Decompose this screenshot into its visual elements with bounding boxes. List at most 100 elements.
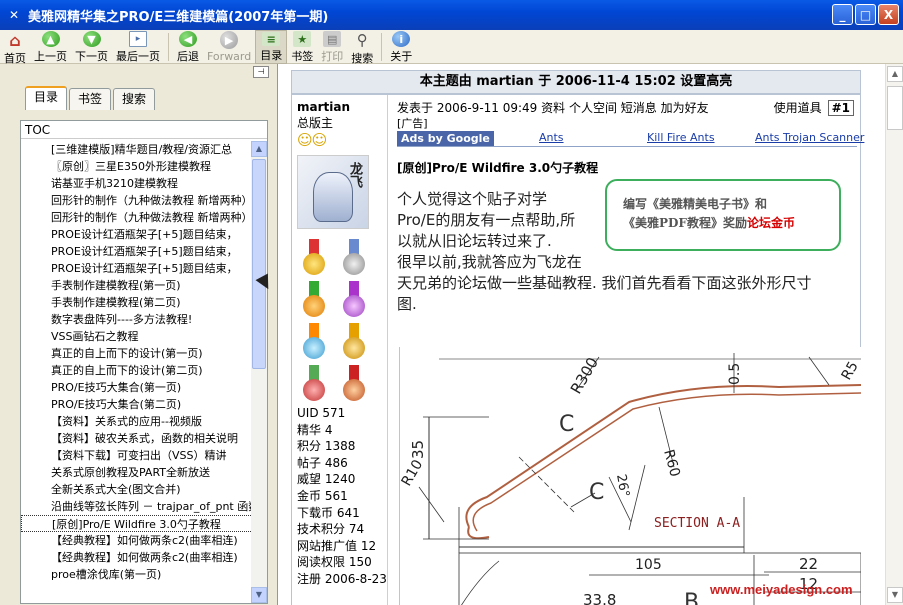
content-pane: 本主题由 martian 于 2006-11-4 15:02 设置高亮 mart… xyxy=(277,64,903,605)
toc-item[interactable]: 【资料下载】可变扫出（VSS）精讲 xyxy=(21,447,253,464)
dim-label: 105 xyxy=(635,557,662,573)
scroll-down-arrow[interactable]: ▼ xyxy=(251,587,267,603)
toc-item[interactable]: 数字表盘阵列----多方法教程! xyxy=(21,311,253,328)
pane-close-button[interactable]: ⊣ xyxy=(253,66,269,78)
toc-scrollbar[interactable]: ▲ ▼ xyxy=(251,141,267,603)
last-page-icon: ▸ xyxy=(129,31,147,47)
promo-line: 编写《美雅精美电子书》和 xyxy=(623,197,768,211)
chm-app-icon[interactable]: ✕ xyxy=(6,7,22,23)
toc-item[interactable]: 关系式原创教程及PART全新放送 xyxy=(21,464,253,481)
toc-item[interactable]: 手表制作建模教程(第二页) xyxy=(21,294,253,311)
ad-link[interactable]: Ants Trojan Scanner xyxy=(755,131,864,144)
print-icon: ▤ xyxy=(323,31,342,47)
medal-icon xyxy=(301,281,327,319)
tab-contents[interactable]: 目录 xyxy=(25,86,68,110)
medal-icon xyxy=(341,365,367,403)
avatar-calligraphy-icon: 龙飞 xyxy=(347,162,362,188)
post-subject: [原创]Pro/E Wildfire 3.0勺子教程 xyxy=(397,161,599,175)
toc-item[interactable]: 回形针的制作（九种做法教程 新增两种） xyxy=(21,209,253,226)
toc-item[interactable]: 真正的自上而下的设计(第二页) xyxy=(21,362,253,379)
toc-item[interactable]: VSS画钻石之教程 xyxy=(21,328,253,345)
ad-link[interactable]: Ants xyxy=(539,131,564,144)
scroll-thumb[interactable] xyxy=(887,86,903,130)
author-stat: 积分 1388 xyxy=(297,439,356,454)
toc-item[interactable]: 全新关系式大全(图文合并) xyxy=(21,481,253,498)
tab-bookmarks[interactable]: 书签 xyxy=(69,88,112,110)
author-name[interactable]: martian xyxy=(297,100,387,114)
last-page-button[interactable]: ▸ 最后一页 xyxy=(112,30,164,64)
medal-icon xyxy=(341,281,367,319)
ads-by-google-link[interactable]: Ads by Google xyxy=(397,131,494,146)
window-title: 美雅网精华集之PRO/E三维建模篇(2007年第一期) xyxy=(28,9,329,25)
toc-icon: ≡ xyxy=(262,32,281,46)
maximize-button[interactable]: □ xyxy=(855,4,876,25)
author-group: 总版主 xyxy=(297,116,334,130)
home-button[interactable]: ⌂ 首页 xyxy=(0,30,30,66)
content-scrollbar[interactable]: ▲ ▼ xyxy=(885,64,903,605)
toc-item[interactable]: 沿曲线等弦长阵列 － trajpar_of_pnt 函数 xyxy=(21,498,253,515)
rank-smiley-icon: ☺☺ xyxy=(297,131,327,149)
toc-item[interactable]: proe槽涂伐库(第一页) xyxy=(21,566,253,583)
toc-item[interactable]: [原创]Pro/E Wildfire 3.0勺子教程 xyxy=(21,515,253,532)
dim-label: SECTION A-A xyxy=(654,516,740,531)
medal-list xyxy=(301,239,387,403)
back-button[interactable]: ◀ 后退 xyxy=(173,30,203,64)
toc-item[interactable]: 【经典教程】如何做两条c2(曲率相连) xyxy=(21,549,253,566)
toc-item[interactable]: PROE设计红酒瓶架子[+5]题目结束， xyxy=(21,243,253,260)
post-body: 发表于 2006-9-11 09:49 资料 个人空间 短消息 加为好友 使用道… xyxy=(389,95,864,605)
ad-link[interactable]: Kill Fire Ants xyxy=(647,131,715,144)
dim-label: 22 xyxy=(799,555,818,573)
promo-line: 《美雅PDF教程》奖励论坛金币 xyxy=(623,214,839,233)
scroll-up-arrow[interactable]: ▲ xyxy=(251,141,267,157)
author-stat: 精华 4 xyxy=(297,422,333,437)
toc-item[interactable]: 【经典教程】如何做两条c2(曲率相连) xyxy=(21,532,253,549)
dim-label: C xyxy=(559,412,574,437)
toc-item[interactable]: PROE设计红酒瓶架子[+5]题目结束， xyxy=(21,260,253,277)
toc-item[interactable]: 回形针的制作（九种做法教程 新增两种） xyxy=(21,192,253,209)
use-item-link[interactable]: 使用道具 xyxy=(774,99,822,116)
author-stat: 网站推广值 12 xyxy=(297,538,377,553)
toc-item[interactable]: 【资料】破农关系式，函数的相关说明 xyxy=(21,430,253,447)
dim-label: 35 xyxy=(409,440,427,459)
tab-search[interactable]: 搜索 xyxy=(113,88,156,110)
scroll-down-arrow[interactable]: ▼ xyxy=(887,587,903,603)
close-button[interactable]: X xyxy=(878,4,899,25)
medal-icon xyxy=(301,323,327,361)
medal-icon xyxy=(301,365,327,403)
toc-item[interactable]: PRO/E技巧大集合(第一页) xyxy=(21,379,253,396)
medal-icon xyxy=(301,239,327,277)
dim-label: 0.5 xyxy=(727,363,743,385)
search-icon: ⚲ xyxy=(356,31,368,49)
author-stat: 技术积分 74 xyxy=(297,522,365,537)
toc-item[interactable]: 〖原创〗三星E350外形建模教程 xyxy=(21,158,253,175)
author-stat: 帖子 486 xyxy=(297,455,348,470)
minimize-button[interactable]: _ xyxy=(832,4,853,25)
next-page-button[interactable]: ▼ 下一页 xyxy=(71,30,112,64)
ad-bar: Ads by Google Ants Kill Fire Ants Ants T… xyxy=(397,131,864,147)
about-button[interactable]: i 关于 xyxy=(386,30,416,64)
toc-item[interactable]: PROE设计红酒瓶架子[+5]题目结束， xyxy=(21,226,253,243)
medal-icon xyxy=(341,323,367,361)
toc-item[interactable]: 手表制作建模教程(第一页) xyxy=(21,277,253,294)
scroll-up-arrow[interactable]: ▲ xyxy=(887,66,903,82)
floor-number[interactable]: #1 xyxy=(827,99,854,116)
promo-text: 《美雅PDF教程》奖励 xyxy=(623,216,747,230)
promo-box[interactable]: 编写《美雅精美电子书》和 《美雅PDF教程》奖励论坛金币 xyxy=(605,179,841,251)
nav-tabs: 目录 书签 搜索 xyxy=(25,86,157,110)
previous-page-button[interactable]: ▲ 上一页 xyxy=(30,30,71,64)
toc-item[interactable]: 【资料】关系式的应用--视频版 xyxy=(21,413,253,430)
toc-item[interactable]: 诺基亚手机3210建模教程 xyxy=(21,175,253,192)
toc-item[interactable]: 真正的自上而下的设计(第一页) xyxy=(21,345,253,362)
print-button[interactable]: ▤ 打印 xyxy=(317,30,347,64)
toc-item[interactable]: PRO/E技巧大集合(第二页) xyxy=(21,396,253,413)
bookmark-button[interactable]: ★ 书签 xyxy=(287,30,317,64)
forward-button[interactable]: ▶ Forward xyxy=(203,30,255,64)
dim-label: C xyxy=(589,480,604,505)
toc-item[interactable]: [三维建模版]精华题目/教程/资源汇总 xyxy=(21,141,253,158)
search-button[interactable]: ⚲ 搜索 xyxy=(347,30,377,65)
author-stat: UID 571 xyxy=(297,406,346,420)
app-window: ✕ 美雅网精华集之PRO/E三维建模篇(2007年第一期) _ □ X ⌂ 首页… xyxy=(0,0,903,605)
scroll-thumb[interactable] xyxy=(252,159,266,369)
toc-button[interactable]: ≡ 目录 xyxy=(255,30,288,64)
technical-drawing: R300 0.5 R5 C 35 R60 C 26° R10 SECTION A… xyxy=(399,347,861,605)
